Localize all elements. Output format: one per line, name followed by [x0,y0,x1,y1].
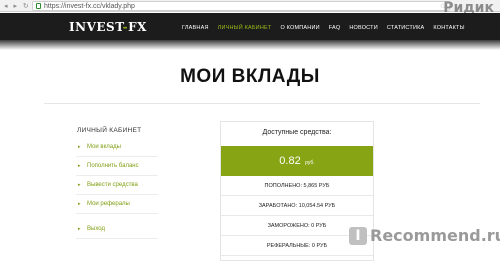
sidebar-item-referrals[interactable]: ▸ Мои рефералы [76,195,158,214]
menu-item-stats[interactable]: СТАТИСТИКА [387,24,425,34]
divider [44,103,480,104]
bullet-icon: ▸ [78,144,81,150]
sidebar-item-withdraw[interactable]: ▸ Вывести средства [76,176,158,195]
sidebar-item-topup[interactable]: ▸ Пополнить баланс [76,157,158,176]
logo-main: INVEST [69,20,123,34]
sidebar-item-logout[interactable]: ▸ Выход [76,220,158,239]
bullet-icon: ▸ [78,182,81,188]
sidebar-item-label: Мои рефералы [87,201,130,207]
bullet-icon: ▸ [78,201,81,207]
site-logo[interactable]: INVEST-FX [69,20,147,34]
address-bar[interactable]: https://invest-fx.cc/vklady.php ☆ [32,1,450,11]
menu-item-faq[interactable]: FAQ [329,24,341,34]
stat-earned: ЗАРАБОТАНО: 10,054.54 РУБ [221,197,373,216]
menu-item-cabinet[interactable]: ЛИЧНЫЙ КАБИНЕТ [218,24,272,34]
balance-amount: 0.82 [279,155,301,167]
balance-amount-box: 0.82 руб. [221,146,373,176]
menu-item-about[interactable]: О КОМПАНИИ [280,24,319,34]
sidebar-menu: ▸ Мои вклады ▸ Пополнить баланс ▸ Вывест… [76,138,158,239]
sidebar-item-label: Вывести средства [87,182,138,188]
menu-item-home[interactable]: ГЛАВНАЯ [182,24,209,34]
browser-toolbar: ◂ ▸ ↻ https://invest-fx.cc/vklady.php ☆ [0,0,500,12]
menu-item-contacts[interactable]: КОНТАКТЫ [433,24,464,34]
sidebar-item-deposits[interactable]: ▸ Мои вклады [76,138,158,157]
sidebar-title: ЛИЧНЫЙ КАБИНЕТ [77,127,142,134]
stat-deposited: ПОПОЛНЕНО: 5,865 РУБ [221,177,373,196]
lock-icon [36,3,41,9]
menu-item-news[interactable]: НОВОСТИ [349,24,378,34]
main-menu: ГЛАВНАЯ ЛИЧНЫЙ КАБИНЕТ О КОМПАНИИ FAQ НО… [182,24,474,34]
balance-currency: руб. [305,160,315,166]
watermark-bottom: I Recommend.ru [349,224,500,248]
watermark-text: Recommend.ru [370,226,500,245]
bullet-icon: ▸ [78,226,81,232]
logo-fx: FX [128,20,147,34]
sidebar-item-label: Выход [87,226,105,232]
bullet-icon: ▸ [78,163,81,169]
page-title: МОИ ВКЛАДЫ [180,66,320,87]
address-url[interactable]: https://invest-fx.cc/vklady.php [44,2,135,11]
back-forward-icons[interactable]: ◂ ▸ ↻ [4,2,31,10]
header-shadow [0,40,500,50]
sidebar-item-label: Пополнить баланс [87,163,139,169]
balance-heading: Доступные средства: [262,129,332,136]
recommend-logo-icon: I [349,227,367,245]
sidebar-item-label: Мои вклады [87,144,121,150]
